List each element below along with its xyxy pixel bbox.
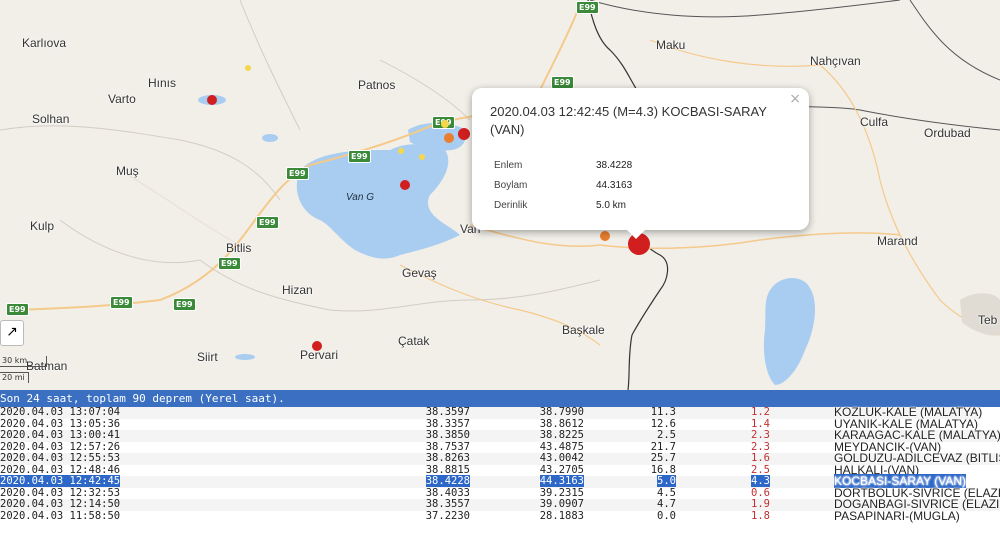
road-shield: E99: [173, 298, 196, 311]
cell-lon: 28.1883: [539, 509, 584, 522]
earthquake-marker[interactable]: [444, 133, 454, 143]
expand-icon[interactable]: ↗: [0, 320, 24, 346]
lake-label: Van G: [346, 192, 374, 203]
earthquake-list-panel: Son 24 saat, toplam 90 deprem (Yerel saa…: [0, 390, 1000, 538]
place-label: Varto: [108, 92, 136, 106]
place-label: Teb: [978, 313, 998, 327]
place-label: Siirt: [197, 350, 218, 364]
cell-depth: 0.0: [657, 509, 676, 522]
scale-mi: 20 mi: [0, 372, 29, 383]
place-label: Kulp: [30, 219, 55, 233]
place-label: Karlıova: [22, 36, 67, 50]
cell-mag: 1.8: [751, 509, 770, 522]
place-label: Patnos: [358, 78, 396, 92]
place-label: Solhan: [32, 112, 70, 126]
cell-lat: 37.2230: [425, 509, 470, 522]
earthquake-popup[interactable]: 2020.04.03 12:42:45 (M=4.3) KOCBASI-SARA…: [472, 88, 809, 239]
earthquake-marker[interactable]: [600, 231, 610, 241]
earthquake-marker[interactable]: [245, 65, 251, 71]
place-label: Ordubad: [924, 126, 971, 140]
road-shield: E99: [110, 296, 133, 309]
popup-value-depth: 5.0 km: [596, 200, 627, 211]
earthquake-marker[interactable]: [207, 95, 217, 105]
popup-tip: [626, 229, 646, 239]
road-shield: E99: [576, 1, 599, 14]
popup-label-lon: Boylam: [494, 180, 528, 191]
earthquake-marker[interactable]: [400, 180, 410, 190]
place-label: Hınıs: [148, 76, 177, 90]
place-label: Hizan: [282, 283, 313, 297]
earthquake-marker[interactable]: [458, 128, 470, 140]
place-label: Başkale: [562, 323, 605, 337]
popup-value-lon: 44.3163: [596, 180, 633, 191]
road-shield: E99: [6, 303, 29, 316]
road-shield: E99: [348, 150, 371, 163]
place-label: Bitlis: [226, 241, 252, 255]
popup-label-lat: Enlem: [494, 160, 523, 171]
lake-urmia: [763, 278, 816, 385]
place-label: Marand: [877, 234, 918, 248]
place-label: Maku: [656, 38, 686, 52]
scale-km: 30 km: [0, 356, 47, 367]
place-label: Çatak: [398, 334, 430, 348]
border-armenia: [589, 0, 901, 18]
place-label: Culfa: [860, 115, 889, 129]
earthquake-marker[interactable]: [441, 120, 449, 128]
place-label: Gevaş: [402, 266, 437, 280]
earthquake-marker[interactable]: [419, 154, 425, 160]
map-view[interactable]: Hınıs Karlıova Varto Solhan Patnos Maku Nahçıv…: [0, 0, 1000, 390]
place-label: Muş: [116, 164, 139, 178]
popup-title: 2020.04.03 12:42:45 (M=4.3) KOCBASI-SARA…: [490, 104, 767, 137]
cell-place: PASAPINARI-(MUGLA): [834, 508, 960, 523]
road-shield: E99: [256, 216, 279, 229]
earthquake-table: 2020.04.03 13:07:04 38.3597 38.7990 11.3 1.2…: [0, 406, 1000, 523]
popup-label-depth: Derinlik: [494, 200, 528, 211]
close-icon[interactable]: ×: [789, 91, 801, 107]
earthquake-marker[interactable]: [398, 148, 404, 154]
popup-value-lat: 38.4228: [596, 160, 633, 171]
cell-date: 2020.04.03 11:58:50: [0, 509, 121, 522]
earthquake-marker[interactable]: [312, 341, 322, 351]
table-row[interactable]: 2020.04.03 11:58:50 37.2230 28.1883 0.0 1.8 P…: [0, 509, 960, 523]
place-label: Nahçıvan: [810, 54, 861, 68]
road-shield: E99: [286, 167, 309, 180]
road-shield: E99: [218, 257, 241, 270]
